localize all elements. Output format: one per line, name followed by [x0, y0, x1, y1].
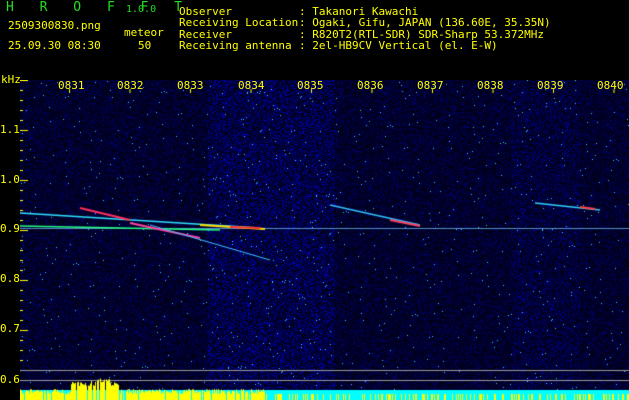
meteor-label: meteor — [124, 26, 164, 39]
meteor-count: 50 — [138, 39, 152, 52]
y-tick-label: 0.9 — [0, 222, 20, 235]
spectrogram — [20, 80, 629, 400]
y-tick-label: 0.8 — [0, 272, 20, 285]
x-tick-label: 0836 — [357, 79, 384, 92]
x-tick-label: 0834 — [238, 79, 265, 92]
info-antenna: Receiving antenna : 2el-HB9CV Vertical (e… — [179, 40, 498, 51]
app-logo: H R O F F T — [6, 0, 192, 15]
file-name: 2509300830.png — [8, 19, 101, 32]
y-tick-label: 0.6 — [0, 373, 20, 386]
app-version: 1.0.0 — [126, 4, 157, 15]
x-tick-label: 0831 — [58, 79, 85, 92]
x-tick-label: 0833 — [177, 79, 204, 92]
date-time: 25.09.30 08:30 — [8, 39, 101, 52]
x-tick-label: 0840 — [597, 79, 624, 92]
x-tick-label: 0839 — [537, 79, 564, 92]
x-tick-label: 0837 — [417, 79, 444, 92]
info-key: Receiving Location — [179, 16, 299, 29]
info-location: Receiving Location: Ogaki, Gifu, JAPAN (… — [179, 17, 551, 28]
x-tick-label: 0838 — [477, 79, 504, 92]
y-axis-unit: kHz — [1, 73, 21, 86]
info-value: : 2el-HB9CV Vertical (el. E-W) — [299, 39, 498, 52]
x-tick-label: 0835 — [297, 79, 324, 92]
y-tick-label: 1.0 — [0, 173, 20, 186]
x-tick-label: 0832 — [117, 79, 144, 92]
y-tick-label: 1.1 — [0, 123, 20, 136]
y-tick-label: 0.7 — [0, 322, 20, 335]
hrofft-window: H R O F F T 1.0.0 2509300830.png 25.09.3… — [0, 0, 629, 400]
info-key: Receiving antenna — [179, 39, 292, 52]
